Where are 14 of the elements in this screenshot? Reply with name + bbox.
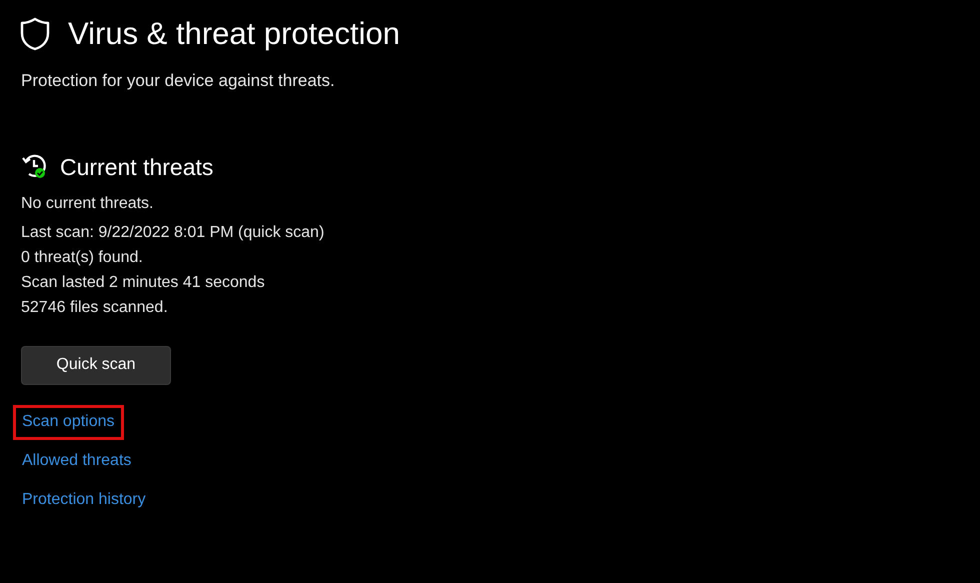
page-title: Virus & threat protection <box>68 15 400 53</box>
threat-status: No current threats. <box>21 194 154 214</box>
scan-detail: Last scan: 9/22/2022 8:01 PM (quick scan) <box>21 222 326 242</box>
link[interactable]: Allowed threats <box>13 444 140 478</box>
scan-detail: Scan lasted 2 minutes 41 seconds <box>21 272 266 292</box>
quick-scan-button[interactable]: Quick scan <box>21 346 171 384</box>
link[interactable]: Scan options <box>13 404 124 440</box>
section-heading: Current threats <box>60 152 214 182</box>
page-subtitle: Protection for your device against threats. <box>21 70 336 92</box>
scan-detail: 0 threat(s) found. <box>21 248 144 268</box>
link[interactable]: Protection history <box>13 482 155 518</box>
shield-icon <box>20 17 50 51</box>
scan-detail: 52746 files scanned. <box>21 298 169 318</box>
history-check-icon <box>21 153 48 180</box>
